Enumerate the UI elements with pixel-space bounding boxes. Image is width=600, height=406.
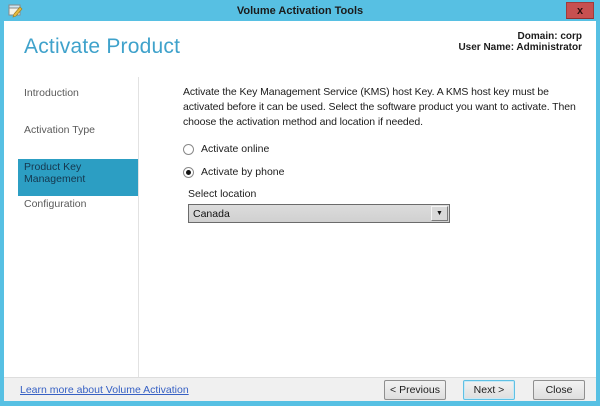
- kms-description-text: Activate the Key Management Service (KMS…: [183, 85, 587, 130]
- wizard-header: Activate Product Domain: corp User Name:…: [4, 21, 596, 77]
- sidebar-item-activation-type[interactable]: Activation Type: [18, 122, 138, 159]
- sidebar-item-label: Product Key Management: [24, 161, 85, 185]
- wizard-body: Introduction Activation Type Product Key…: [4, 77, 596, 377]
- sidebar-item-label: Configuration: [24, 198, 86, 210]
- location-select[interactable]: Canada ▼: [188, 204, 450, 223]
- dialog-panel: Activate Product Domain: corp User Name:…: [4, 21, 596, 401]
- sidebar-item-label: Introduction: [24, 87, 79, 99]
- dropdown-button[interactable]: ▼: [431, 206, 448, 221]
- session-info: Domain: corp User Name: Administrator: [458, 32, 582, 54]
- learn-more-link[interactable]: Learn more about Volume Activation: [20, 384, 189, 396]
- close-dialog-button[interactable]: Close: [533, 380, 585, 400]
- wizard-footer: Learn more about Volume Activation < Pre…: [4, 377, 596, 401]
- sidebar-item-label: Activation Type: [24, 124, 95, 136]
- radio-unselected-icon: [183, 144, 194, 155]
- next-button[interactable]: Next >: [463, 380, 515, 400]
- app-icon: [8, 3, 23, 18]
- page-title: Activate Product: [24, 35, 180, 59]
- wizard-content: Activate the Key Management Service (KMS…: [139, 77, 596, 377]
- user-name-label: User Name: Administrator: [458, 43, 582, 53]
- window-title: Volume Activation Tools: [237, 5, 363, 17]
- radio-label: Activate by phone: [201, 166, 284, 178]
- wizard-steps-sidebar: Introduction Activation Type Product Key…: [4, 77, 139, 377]
- close-button[interactable]: x: [566, 2, 594, 19]
- radio-selected-icon: [183, 167, 194, 178]
- domain-label: Domain: corp: [458, 32, 582, 42]
- title-bar: Volume Activation Tools x: [0, 0, 600, 21]
- sidebar-item-configuration[interactable]: Configuration: [18, 196, 138, 233]
- radio-activate-by-phone[interactable]: Activate by phone: [183, 165, 596, 179]
- previous-button[interactable]: < Previous: [384, 380, 446, 400]
- location-selected-value: Canada: [189, 208, 230, 220]
- volume-activation-tools-window: Volume Activation Tools x Activate Produ…: [0, 0, 600, 406]
- chevron-down-icon: ▼: [436, 210, 443, 217]
- activation-method-radio-group: Activate online Activate by phone: [183, 142, 596, 179]
- radio-label: Activate online: [201, 143, 269, 155]
- sidebar-item-introduction[interactable]: Introduction: [18, 85, 138, 122]
- sidebar-item-product-key-management[interactable]: Product Key Management: [18, 159, 138, 196]
- radio-activate-online[interactable]: Activate online: [183, 142, 596, 156]
- select-location-label: Select location: [188, 188, 596, 200]
